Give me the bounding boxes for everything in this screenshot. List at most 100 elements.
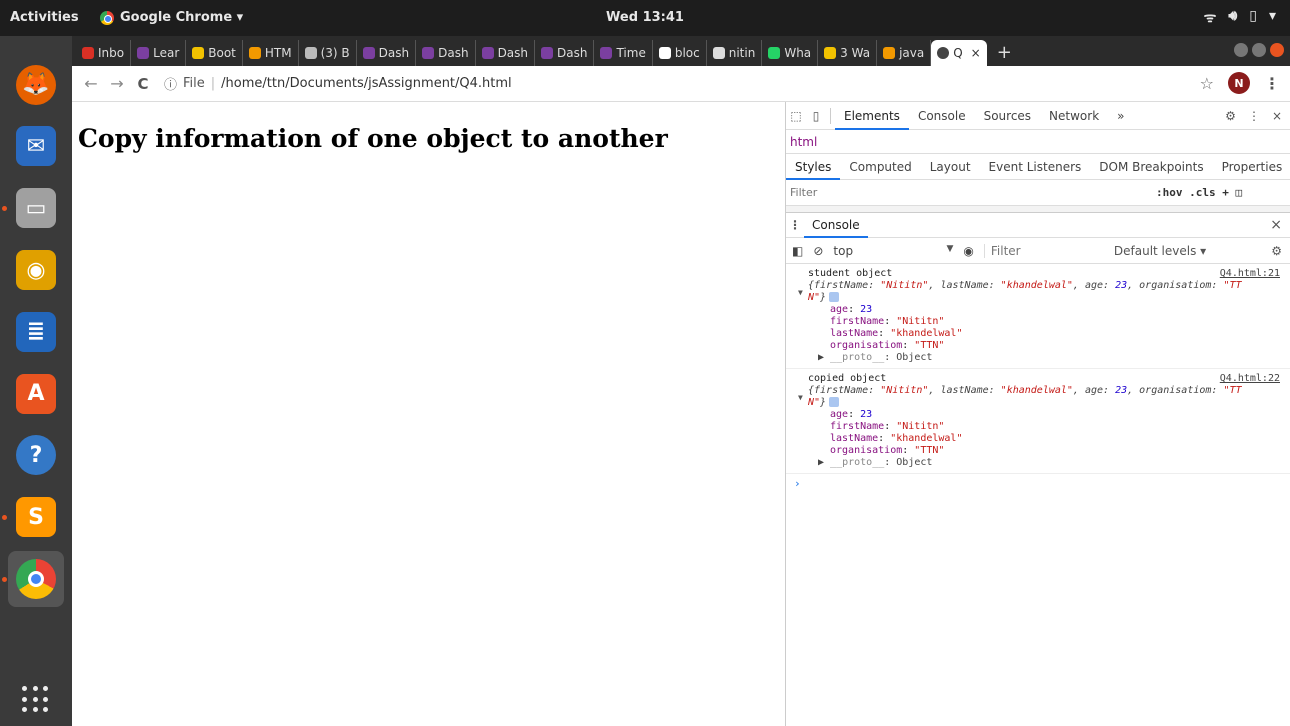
browser-tab-active[interactable]: Q × bbox=[931, 40, 987, 66]
device-toolbar-icon[interactable]: ▯ bbox=[806, 109, 826, 123]
object-property: age: 23 bbox=[830, 409, 873, 420]
styles-tab-layout[interactable]: Layout bbox=[921, 154, 980, 180]
browser-tab[interactable]: Dash bbox=[535, 40, 595, 66]
devtools-tab-[interactable]: » bbox=[1108, 102, 1133, 130]
devtools-tab-console[interactable]: Console bbox=[909, 102, 975, 130]
styles-tab-dom-breakpoints[interactable]: DOM Breakpoints bbox=[1090, 154, 1212, 180]
console-source-link[interactable]: Q4.html:21 bbox=[1220, 268, 1280, 280]
chrome-menu-icon[interactable]: ⋮ bbox=[1264, 74, 1280, 93]
styles-tab-properties[interactable]: Properties bbox=[1213, 154, 1290, 180]
object-summary[interactable]: ▼ {firstName: "Nititn", lastName: "khande… bbox=[798, 385, 1282, 409]
new-tab-button[interactable]: + bbox=[987, 40, 1022, 66]
dock-libreoffice-writer[interactable]: ≣ bbox=[8, 304, 64, 360]
object-summary[interactable]: ▼ {firstName: "Nititn", lastName: "khande… bbox=[798, 280, 1282, 304]
bookmark-star-icon[interactable]: ☆ bbox=[1200, 74, 1214, 93]
app-menu[interactable]: Google Chrome ▾ bbox=[100, 10, 243, 25]
back-button[interactable]: ← bbox=[78, 74, 104, 93]
show-applications-icon[interactable] bbox=[22, 686, 50, 714]
property-key: age bbox=[830, 304, 849, 315]
browser-tab[interactable]: (3) B bbox=[299, 40, 357, 66]
expand-triangle-icon[interactable]: ▶ bbox=[818, 352, 830, 363]
drawer-close-icon[interactable]: × bbox=[1270, 217, 1290, 233]
property-key: age bbox=[830, 409, 849, 420]
browser-tab[interactable]: Lear bbox=[131, 40, 187, 66]
profile-avatar[interactable]: N bbox=[1228, 72, 1250, 94]
app-menu-label: Google Chrome ▾ bbox=[120, 10, 244, 25]
activities-button[interactable]: Activities bbox=[10, 10, 79, 25]
proto-property[interactable]: ▶ __proto__: Object bbox=[808, 457, 1282, 469]
sidebar-toggle-icon[interactable]: ◧ bbox=[792, 244, 803, 258]
dock-firefox[interactable]: 🦊 bbox=[8, 57, 64, 113]
tab-label: bloc bbox=[674, 46, 700, 60]
devtools-more-icon[interactable]: ⋮ bbox=[1248, 109, 1260, 123]
forward-button[interactable]: → bbox=[104, 74, 130, 93]
tab-label: HTM bbox=[264, 46, 292, 60]
dock-software-center[interactable]: A bbox=[8, 366, 64, 422]
close-window-button[interactable] bbox=[1270, 43, 1284, 57]
info-badge-icon[interactable] bbox=[829, 292, 840, 302]
dock-files[interactable]: ▭ bbox=[8, 180, 64, 236]
console-prompt[interactable]: › bbox=[786, 474, 1290, 494]
browser-tab[interactable]: Dash bbox=[357, 40, 417, 66]
proto-property[interactable]: ▶ __proto__: Object bbox=[808, 352, 1282, 364]
inspect-element-icon[interactable]: ⬚ bbox=[786, 109, 806, 123]
dock-help[interactable]: ? bbox=[8, 427, 64, 483]
expand-triangle-icon[interactable]: ▶ bbox=[818, 457, 830, 468]
console-settings-icon[interactable]: ⚙ bbox=[1271, 244, 1290, 258]
console-source-link[interactable]: Q4.html:22 bbox=[1220, 373, 1280, 385]
rhythmbox-icon: ◉ bbox=[16, 250, 56, 290]
browser-tab[interactable]: Boot bbox=[186, 40, 243, 66]
expand-triangle-icon[interactable]: ▼ bbox=[798, 287, 803, 299]
browser-tab[interactable]: java bbox=[877, 40, 932, 66]
tab-label: Dash bbox=[378, 46, 410, 60]
devtools-settings-icon[interactable]: ⚙ bbox=[1225, 109, 1236, 123]
styles-filter-tools[interactable]: :hov .cls + ◫ bbox=[1156, 186, 1242, 199]
context-selector[interactable]: top ▼ bbox=[833, 244, 953, 258]
devtools-tab-network[interactable]: Network bbox=[1040, 102, 1108, 130]
dock-thunderbird[interactable]: ✉ bbox=[8, 118, 64, 174]
object-property: firstName: "Nititn" bbox=[830, 421, 945, 432]
dock-chrome[interactable] bbox=[8, 551, 64, 607]
styles-tab-event-listeners[interactable]: Event Listeners bbox=[980, 154, 1091, 180]
clear-console-icon[interactable]: ⊘ bbox=[813, 244, 823, 258]
url-scheme: File bbox=[183, 76, 205, 91]
drawer-tab-console[interactable]: Console bbox=[804, 212, 868, 238]
running-indicator bbox=[2, 577, 7, 582]
minimize-button[interactable] bbox=[1234, 43, 1248, 57]
styles-tab-styles[interactable]: Styles bbox=[786, 154, 841, 180]
browser-tab[interactable]: nitin bbox=[707, 40, 763, 66]
url-text[interactable]: /home/ttn/Documents/jsAssignment/Q4.html bbox=[221, 76, 511, 91]
system-tray[interactable]: ᯤ 🔊︎ ▯ ▾ bbox=[1204, 8, 1276, 27]
devtools-close-icon[interactable]: × bbox=[1272, 109, 1282, 123]
maximize-button[interactable] bbox=[1252, 43, 1266, 57]
browser-tab[interactable]: Time bbox=[594, 40, 653, 66]
browser-tab[interactable]: Inbo bbox=[76, 40, 132, 66]
log-levels-dropdown[interactable]: Default levels ▾ bbox=[1114, 244, 1206, 258]
browser-tab[interactable]: Wha bbox=[762, 40, 819, 66]
site-info-icon[interactable]: ⓘ bbox=[164, 74, 177, 93]
browser-tab[interactable]: HTM bbox=[243, 40, 299, 66]
browser-tab[interactable]: Dash bbox=[476, 40, 536, 66]
devtools-tab-elements[interactable]: Elements bbox=[835, 102, 909, 130]
drawer-menu-icon[interactable]: ⋮ bbox=[786, 218, 804, 232]
devtools-panel: ⬚ ▯ Elements Console Sources Network» ⚙ ⋮ ×… bbox=[785, 102, 1290, 726]
styles-filter-input[interactable] bbox=[790, 186, 1150, 199]
tab-close-icon[interactable]: × bbox=[971, 46, 981, 60]
expand-triangle-icon[interactable]: ▼ bbox=[798, 392, 803, 404]
console-filter-input[interactable] bbox=[983, 243, 1104, 258]
browser-tab[interactable]: bloc bbox=[653, 40, 707, 66]
summary-value: 23 bbox=[1115, 385, 1128, 396]
live-expression-icon[interactable]: ◉ bbox=[963, 244, 973, 258]
dock-sublime-text[interactable]: S bbox=[8, 489, 64, 545]
browser-tab[interactable]: 3 Wa bbox=[818, 40, 878, 66]
address-bar[interactable]: ⓘ File | /home/ttn/Documents/jsAssignmen… bbox=[164, 74, 512, 93]
page-viewport: Copy information of one object to anothe… bbox=[72, 102, 785, 726]
elements-breadcrumb[interactable]: html bbox=[786, 130, 1290, 154]
styles-tab-computed[interactable]: Computed bbox=[840, 154, 920, 180]
clock[interactable]: Wed 13:41 bbox=[606, 10, 684, 25]
devtools-tab-sources[interactable]: Sources bbox=[975, 102, 1040, 130]
info-badge-icon[interactable] bbox=[829, 397, 840, 407]
browser-tab[interactable]: Dash bbox=[416, 40, 476, 66]
dock-rhythmbox[interactable]: ◉ bbox=[8, 242, 64, 298]
reload-button[interactable]: C bbox=[130, 75, 156, 93]
